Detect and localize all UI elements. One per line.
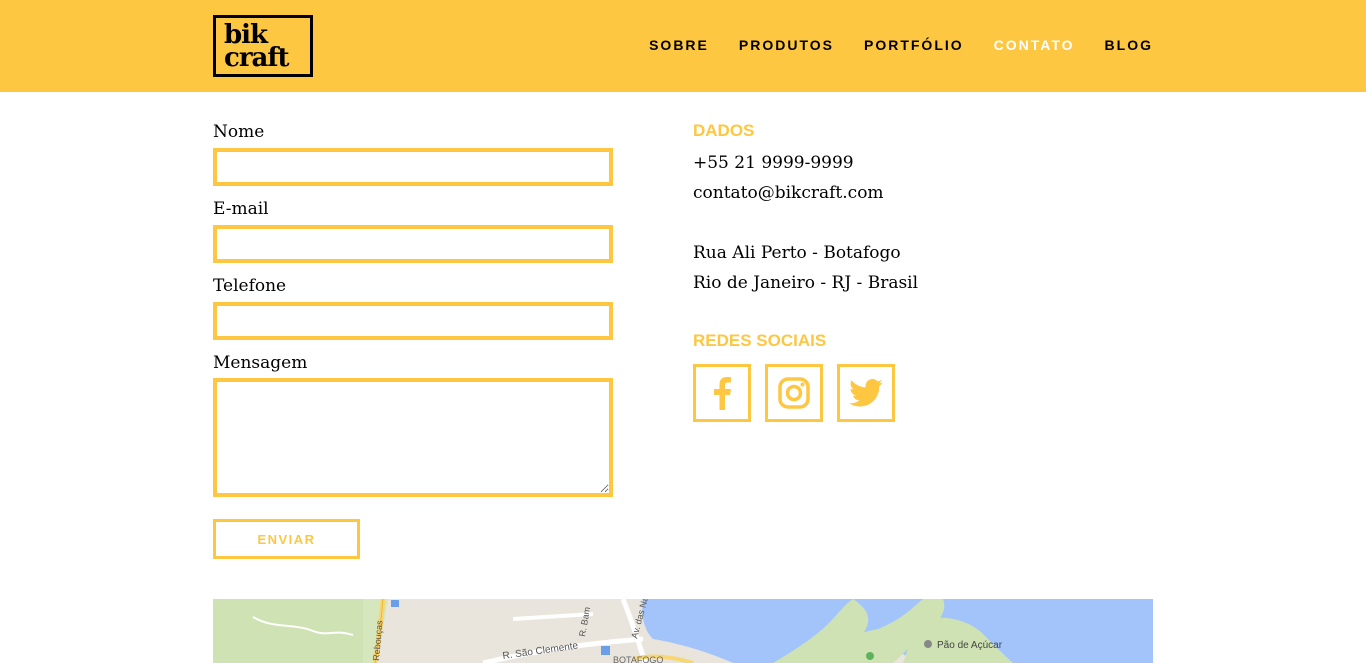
main-nav: SOBRE PRODUTOS PORTFÓLIO CONTATO BLOG bbox=[649, 37, 1153, 53]
facebook-link[interactable] bbox=[693, 364, 751, 422]
map-poi-label: Pão de Açúcar bbox=[937, 640, 1003, 651]
phone-field[interactable] bbox=[213, 302, 613, 340]
map-district-label: BOTAFOGO bbox=[613, 655, 663, 663]
phone-label: Telefone bbox=[213, 276, 287, 296]
map-transit-marker bbox=[601, 646, 610, 655]
address-line-1: Rua Ali Perto - Botafogo bbox=[693, 243, 901, 263]
instagram-icon bbox=[778, 377, 810, 409]
contact-email: contato@bikcraft.com bbox=[693, 183, 884, 203]
name-field[interactable] bbox=[213, 148, 613, 186]
email-field[interactable] bbox=[213, 225, 613, 263]
nav-produtos[interactable]: PRODUTOS bbox=[739, 37, 834, 53]
site-header: bik craft SOBRE PRODUTOS PORTFÓLIO CONTA… bbox=[0, 0, 1366, 92]
social-links bbox=[693, 364, 918, 422]
email-label: E-mail bbox=[213, 199, 269, 219]
map-park-icon bbox=[866, 652, 874, 660]
map-canvas: R. São Clemente R. Bam Rebouças Av. das … bbox=[213, 599, 1153, 663]
nav-blog[interactable]: BLOG bbox=[1105, 37, 1153, 53]
map-poi-icon bbox=[924, 640, 932, 648]
instagram-link[interactable] bbox=[765, 364, 823, 422]
social-heading: REDES SOCIAIS bbox=[693, 331, 827, 350]
dados-heading: DADOS bbox=[693, 121, 755, 140]
nav-portfolio[interactable]: PORTFÓLIO bbox=[864, 37, 964, 53]
send-button[interactable]: ENVIAR bbox=[213, 519, 360, 559]
twitter-icon bbox=[849, 379, 883, 407]
map-transit-marker-2 bbox=[391, 600, 399, 607]
location-map[interactable]: R. São Clemente R. Bam Rebouças Av. das … bbox=[213, 599, 1153, 663]
contact-phone: +55 21 9999-9999 bbox=[693, 153, 854, 173]
contact-form: Nome E-mail Telefone Mensagem bbox=[213, 120, 613, 497]
message-label: Mensagem bbox=[213, 353, 308, 373]
address-line-2: Rio de Janeiro - RJ - Brasil bbox=[693, 273, 919, 293]
nav-sobre[interactable]: SOBRE bbox=[649, 37, 709, 53]
bikcraft-logo[interactable]: bik craft bbox=[213, 15, 313, 77]
twitter-link[interactable] bbox=[837, 364, 895, 422]
message-field[interactable] bbox=[213, 378, 613, 497]
name-label: Nome bbox=[213, 122, 265, 142]
facebook-icon bbox=[714, 377, 731, 410]
nav-contato[interactable]: CONTATO bbox=[994, 37, 1075, 53]
logo-line-2: craft bbox=[224, 43, 290, 73]
contact-info: DADOS +55 21 9999-9999 contato@bikcraft.… bbox=[693, 120, 918, 422]
